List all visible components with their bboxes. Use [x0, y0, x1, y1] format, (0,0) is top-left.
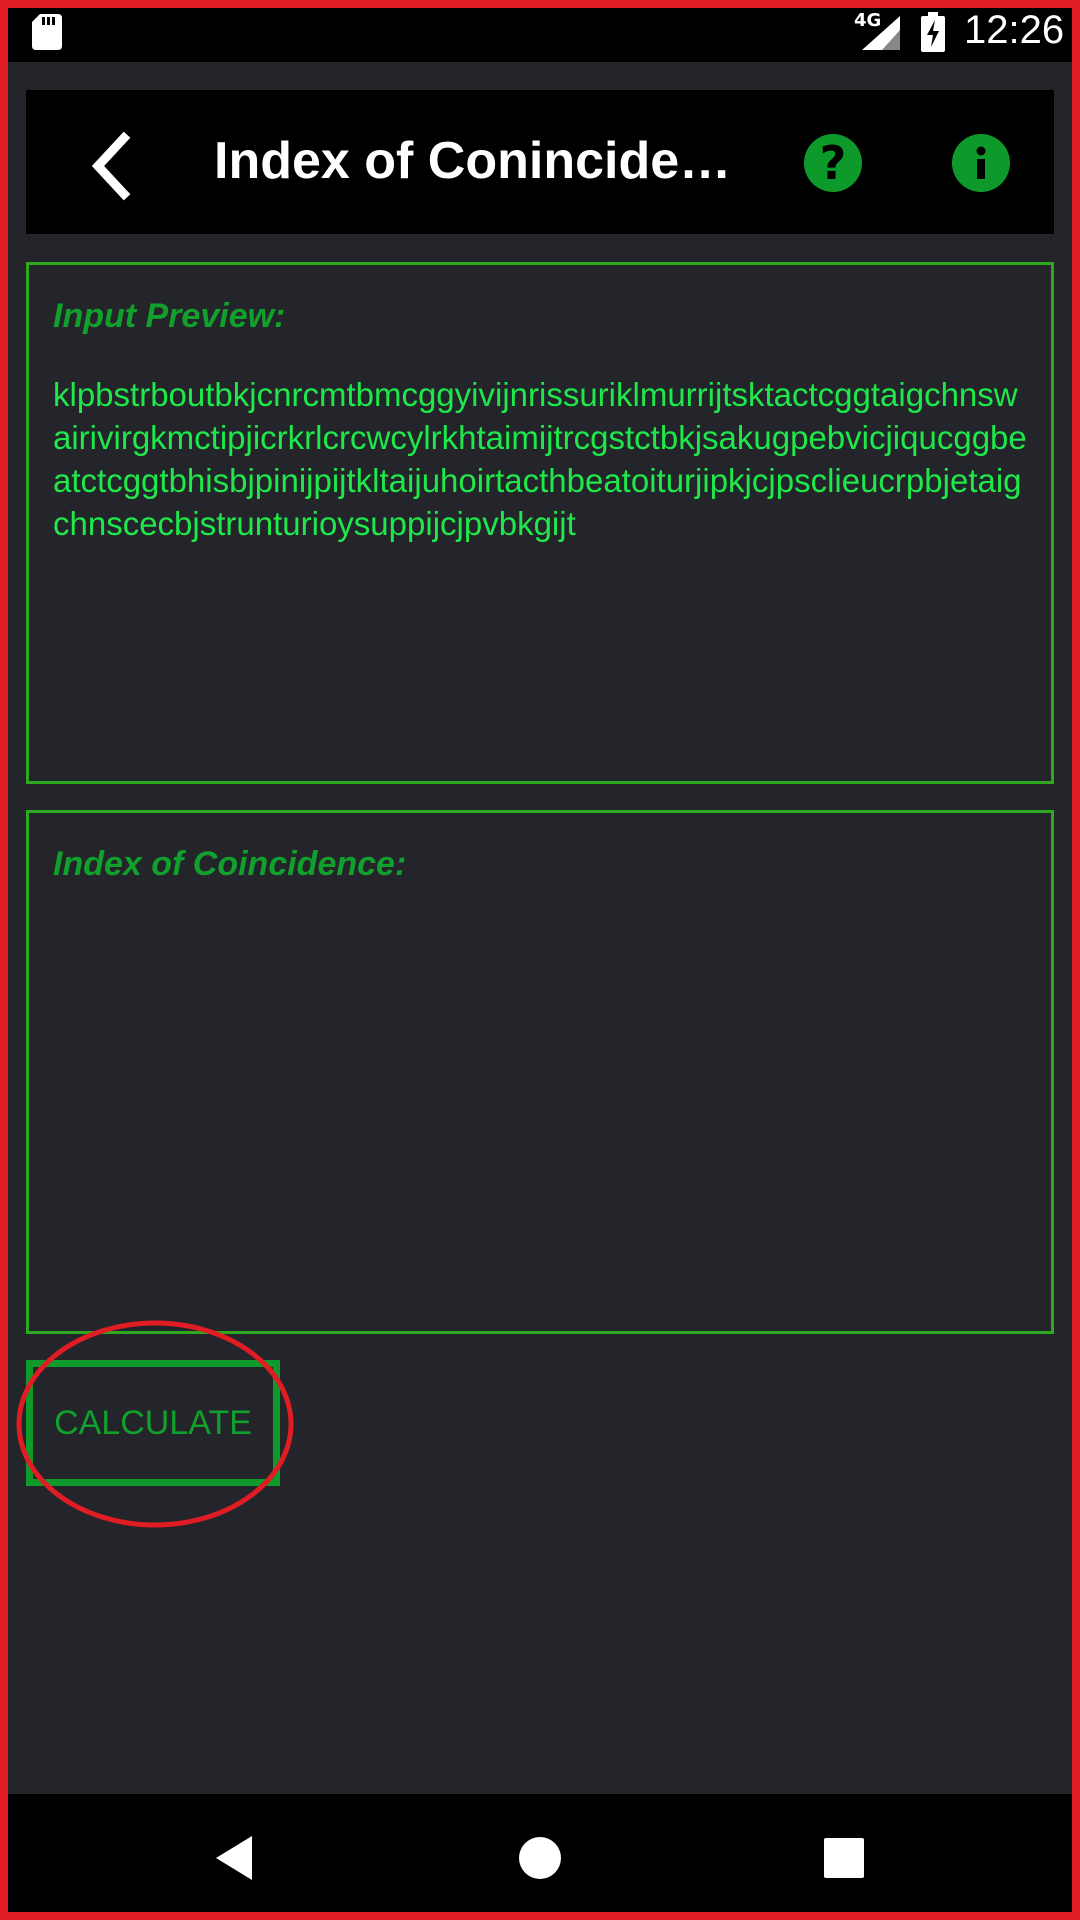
nav-home-button[interactable]: [512, 1830, 568, 1886]
help-icon: ?: [819, 136, 847, 190]
back-button[interactable]: [76, 126, 156, 206]
app-toolbar: Index of Coninciden… ?: [26, 90, 1054, 234]
nav-back-icon: [216, 1836, 252, 1880]
page-title: Index of Coninciden…: [214, 132, 754, 190]
back-arrow-icon: [91, 131, 131, 201]
calculate-button-label: CALCULATE: [54, 1404, 252, 1442]
input-preview-label: Input Preview:: [53, 297, 286, 335]
nav-home-icon: [519, 1837, 561, 1879]
calculate-button[interactable]: CALCULATE: [26, 1360, 280, 1486]
system-nav-bar: [0, 1794, 1080, 1920]
nav-back-button[interactable]: [208, 1830, 264, 1886]
signal-icon: [862, 16, 900, 50]
sd-card-icon: [32, 14, 62, 50]
help-button[interactable]: ?: [804, 134, 862, 192]
nav-recents-icon: [824, 1838, 864, 1878]
battery-charging-icon: [921, 12, 945, 52]
status-clock: 12:26: [964, 8, 1065, 52]
input-preview-text: klpbstrboutbkjcnrcmtbmcggyivijnrissurikl…: [53, 376, 1027, 542]
status-bar: 4G 12:26: [0, 0, 1080, 62]
app-screen: 4G 12:26 Index of Coninciden… ? Input Pr…: [0, 0, 1080, 1920]
index-of-coincidence-panel: Index of Coincidence:: [26, 810, 1054, 1334]
nav-recents-button[interactable]: [816, 1830, 872, 1886]
info-icon: [976, 146, 986, 179]
index-of-coincidence-label: Index of Coincidence:: [53, 845, 407, 883]
info-button[interactable]: [952, 134, 1010, 192]
input-preview-panel: Input Preview: klpbstrboutbkjcnrcmtbmcgg…: [26, 262, 1054, 784]
